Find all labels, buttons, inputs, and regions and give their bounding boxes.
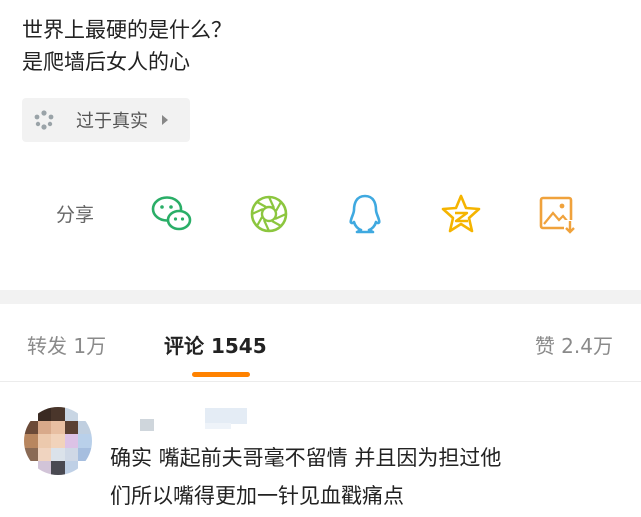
post-body: 世界上最硬的是什么？ 是爬墙后女人的心 [22, 14, 622, 78]
topic-chip[interactable]: 过于真实 [22, 98, 190, 142]
chevron-right-icon [162, 115, 168, 125]
tab-repost[interactable]: 转发 1万 [27, 330, 106, 359]
post-text-line-1: 世界上最硬的是什么？ [22, 18, 232, 42]
username-badge-redacted [205, 408, 247, 424]
tab-likes[interactable]: 赞 2.4万 [535, 330, 613, 359]
tab-bar: 转发 1万 评论 1545 赞 2.4万 [0, 304, 641, 382]
qq-icon[interactable] [342, 191, 388, 237]
username-badge-redacted-shadow [205, 423, 231, 429]
share-row: 分享 [0, 188, 641, 240]
comment-text-line-1: 确实 嘴起前夫哥毫不留情 并且因为担过他 [110, 446, 502, 470]
username-redacted [140, 419, 154, 431]
section-divider [0, 290, 641, 304]
topic-label: 过于真实 [76, 111, 148, 132]
avatar[interactable] [24, 407, 92, 475]
comment-text-line-2: 们所以嘴得更加一针见血戳痛点 [110, 484, 404, 508]
post-text-line-2: 是爬墙后女人的心 [22, 50, 190, 74]
moments-icon[interactable] [246, 191, 292, 237]
comment-text: 确实 嘴起前夫哥毫不留情 并且因为担过他 们所以嘴得更加一针见血戳痛点 [110, 439, 620, 515]
sparkle-dots-icon [32, 108, 56, 132]
share-label: 分享 [56, 204, 95, 226]
comment-item: 确实 嘴起前夫哥毫不留情 并且因为担过他 们所以嘴得更加一针见血戳痛点 [0, 383, 641, 517]
save-image-icon[interactable] [534, 191, 580, 237]
qzone-icon[interactable] [438, 191, 484, 237]
tab-comments[interactable]: 评论 1545 [164, 330, 267, 359]
active-tab-indicator [192, 372, 250, 377]
wechat-icon[interactable] [149, 191, 195, 237]
